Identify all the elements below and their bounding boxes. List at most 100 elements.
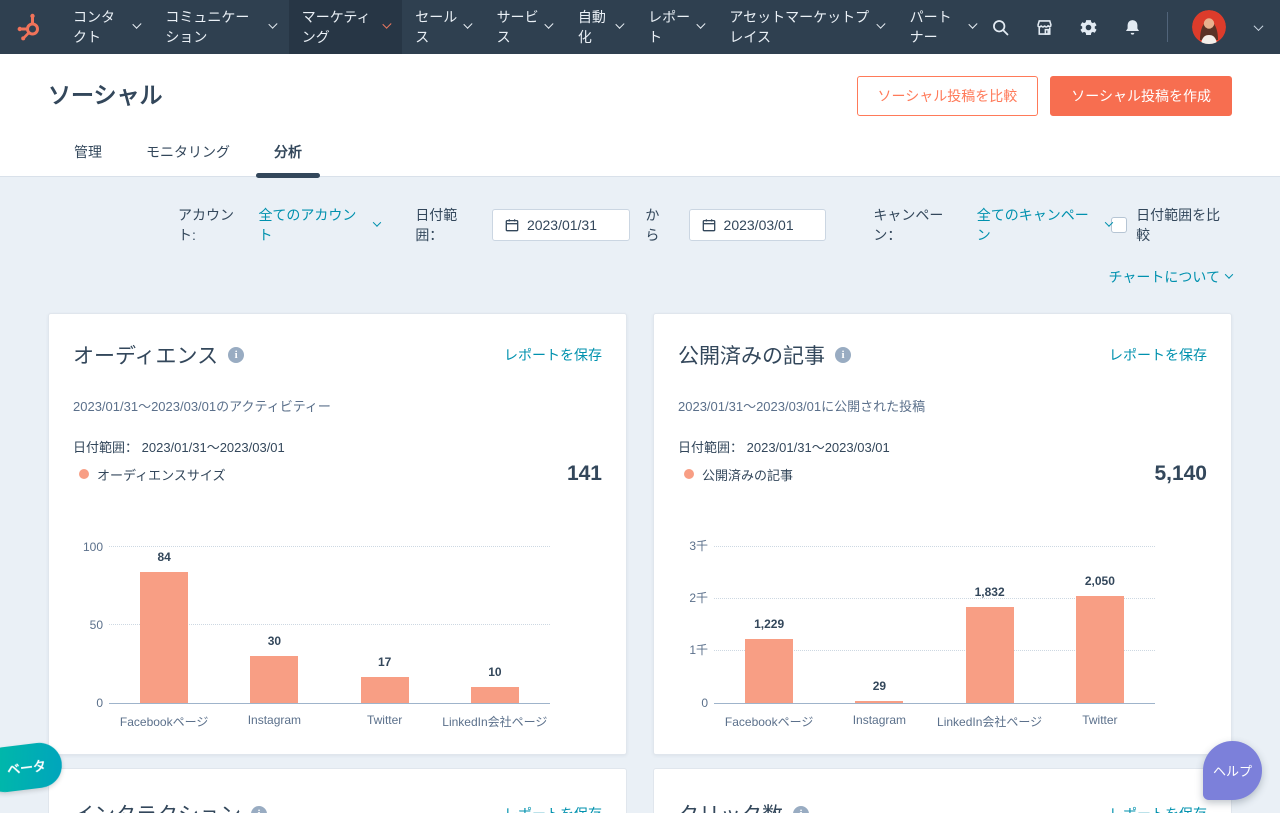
- bar[interactable]: [1076, 596, 1124, 703]
- info-icon[interactable]: [251, 806, 267, 813]
- save-report-link[interactable]: レポートを保存: [504, 345, 602, 365]
- bar-value-label: 1,229: [714, 617, 824, 631]
- nav-item-reports[interactable]: レポート: [635, 0, 716, 54]
- card-range-label: 日付範囲：: [73, 440, 138, 455]
- date-from-input[interactable]: 2023/01/31: [492, 209, 630, 241]
- bar[interactable]: [361, 677, 409, 704]
- published-posts-report-card: 公開済みの記事 レポートを保存 2023/01/31～2023/03/01に公開…: [653, 313, 1232, 755]
- chevron-down-icon: [1225, 270, 1233, 278]
- card-total-value: 5,140: [1154, 462, 1207, 486]
- nav-item-service[interactable]: サービス: [484, 0, 565, 54]
- card-range-value: 2023/01/31～2023/03/01: [747, 440, 890, 455]
- chevron-down-icon: [373, 218, 381, 226]
- nav-item-label: マーケティング: [302, 7, 377, 47]
- chevron-down-icon: [969, 20, 978, 29]
- compare-social-posts-button[interactable]: ソーシャル投稿を比較: [857, 76, 1039, 116]
- bar[interactable]: [966, 607, 1014, 703]
- bar-Instagram[interactable]: 29: [824, 534, 934, 703]
- bar-value-label: 17: [330, 655, 440, 669]
- about-charts-dropdown[interactable]: チャートについて: [1109, 267, 1232, 287]
- bar[interactable]: [140, 572, 188, 703]
- bar-Facebookページ[interactable]: 1,229: [714, 534, 824, 703]
- about-charts-label: チャートについて: [1109, 267, 1220, 287]
- bar-value-label: 29: [824, 679, 934, 693]
- date-range-filter-label: 日付範囲：: [415, 205, 484, 245]
- legend-label: オーディエンスサイズ: [97, 465, 225, 484]
- bar[interactable]: [471, 687, 519, 703]
- info-icon[interactable]: [228, 347, 244, 363]
- bar-value-label: 2,050: [1045, 574, 1155, 588]
- nav-item-communications[interactable]: コミュニケーション: [152, 0, 288, 54]
- marketplace-icon[interactable]: [1033, 16, 1055, 38]
- legend-dot-icon: [684, 469, 694, 479]
- category-label: Facebookページ: [109, 713, 219, 730]
- settings-gear-icon[interactable]: [1077, 16, 1099, 38]
- nav-item-label: パートナー: [910, 7, 964, 47]
- campaign-filter-label: キャンペーン：: [873, 205, 968, 245]
- info-icon[interactable]: [835, 347, 851, 363]
- tab-manage[interactable]: 管理: [52, 142, 124, 176]
- bar-Facebookページ[interactable]: 84: [109, 534, 219, 703]
- save-report-link[interactable]: レポートを保存: [1109, 804, 1207, 813]
- account-filter-dropdown[interactable]: 全てのアカウント: [258, 205, 380, 245]
- card-range-label: 日付範囲：: [678, 440, 743, 455]
- notifications-bell-icon[interactable]: [1121, 16, 1143, 38]
- tab-monitoring[interactable]: モニタリング: [124, 142, 252, 176]
- search-icon[interactable]: [989, 16, 1011, 38]
- published-posts-bar-chart: 01千2千3千1,229291,8322,050 FacebookページInst…: [678, 534, 1207, 730]
- nav-item-partners[interactable]: パートナー: [897, 0, 989, 54]
- bar-Instagram[interactable]: 30: [219, 534, 329, 703]
- chevron-down-icon: [268, 20, 277, 29]
- bar[interactable]: [745, 639, 793, 703]
- chart-category-labels: FacebookページInstagramLinkedIn会社ページTwitter: [714, 713, 1155, 730]
- chart-plot-area: 01千2千3千1,229291,8322,050: [714, 534, 1155, 704]
- tab-analyze[interactable]: 分析: [252, 142, 324, 176]
- page-title: ソーシャル: [48, 76, 163, 110]
- y-axis-tick-label: 100: [71, 540, 103, 554]
- category-label: Twitter: [1045, 713, 1155, 730]
- calendar-icon: [702, 218, 716, 232]
- nav-item-contacts[interactable]: コンタクト: [60, 0, 152, 54]
- category-label: Twitter: [330, 713, 440, 730]
- filter-bar: アカウント: 全てのアカウント 日付範囲： 2023/01/31 から 2023…: [0, 177, 1280, 287]
- report-cards-row: オーディエンス レポートを保存 2023/01/31～2023/03/01のアク…: [0, 287, 1280, 755]
- y-axis-tick-label: 50: [71, 618, 103, 632]
- bar-LinkedIn会社ページ[interactable]: 10: [440, 534, 550, 703]
- nav-item-marketing[interactable]: マーケティング: [289, 0, 403, 54]
- page-header: ソーシャル ソーシャル投稿を比較 ソーシャル投稿を作成 管理 モニタリング 分析: [0, 54, 1280, 177]
- nav-item-sales[interactable]: セールス: [402, 0, 483, 54]
- save-report-link[interactable]: レポートを保存: [504, 804, 602, 813]
- chevron-down-icon: [696, 20, 705, 29]
- create-social-post-button[interactable]: ソーシャル投稿を作成: [1050, 76, 1232, 116]
- bar[interactable]: [250, 656, 298, 703]
- user-avatar[interactable]: [1192, 10, 1226, 44]
- chevron-down-icon: [382, 20, 391, 29]
- nav-item-asset-marketplace[interactable]: アセットマーケットプレイス: [716, 0, 896, 54]
- category-label: Instagram: [824, 713, 934, 730]
- help-button[interactable]: ヘルプ: [1203, 741, 1262, 800]
- hubspot-logo-icon[interactable]: [14, 12, 44, 42]
- category-label: Facebookページ: [714, 713, 824, 730]
- info-icon[interactable]: [793, 806, 809, 813]
- y-axis-tick-label: 2千: [676, 589, 708, 606]
- bar-value-label: 1,832: [935, 585, 1045, 599]
- checkbox-icon[interactable]: [1111, 217, 1127, 233]
- tab-bar: 管理 モニタリング 分析: [48, 142, 1232, 176]
- account-chevron-down-icon[interactable]: [1248, 18, 1262, 36]
- account-filter-label: アカウント:: [178, 205, 250, 245]
- bars-group: 84301710: [109, 534, 550, 703]
- compare-date-range-checkbox[interactable]: 日付範囲を比較: [1111, 205, 1232, 245]
- card-subtitle: 2023/01/31～2023/03/01のアクティビティー: [73, 396, 602, 415]
- bar[interactable]: [855, 701, 903, 703]
- bar-LinkedIn会社ページ[interactable]: 1,832: [935, 534, 1045, 703]
- campaign-filter-dropdown[interactable]: 全てのキャンペーン: [977, 205, 1112, 245]
- date-to-input[interactable]: 2023/03/01: [689, 209, 827, 241]
- bar-Twitter[interactable]: 2,050: [1045, 534, 1155, 703]
- nav-item-label: サービス: [497, 7, 540, 47]
- nav-item-label: 自動化: [578, 7, 610, 47]
- nav-item-automation[interactable]: 自動化: [565, 0, 635, 54]
- save-report-link[interactable]: レポートを保存: [1109, 345, 1207, 365]
- bar-Twitter[interactable]: 17: [330, 534, 440, 703]
- top-navigation: コンタクト コミュニケーション マーケティング セールス サービス 自動化 レポ…: [0, 0, 1280, 54]
- card-title: オーディエンス: [73, 340, 218, 370]
